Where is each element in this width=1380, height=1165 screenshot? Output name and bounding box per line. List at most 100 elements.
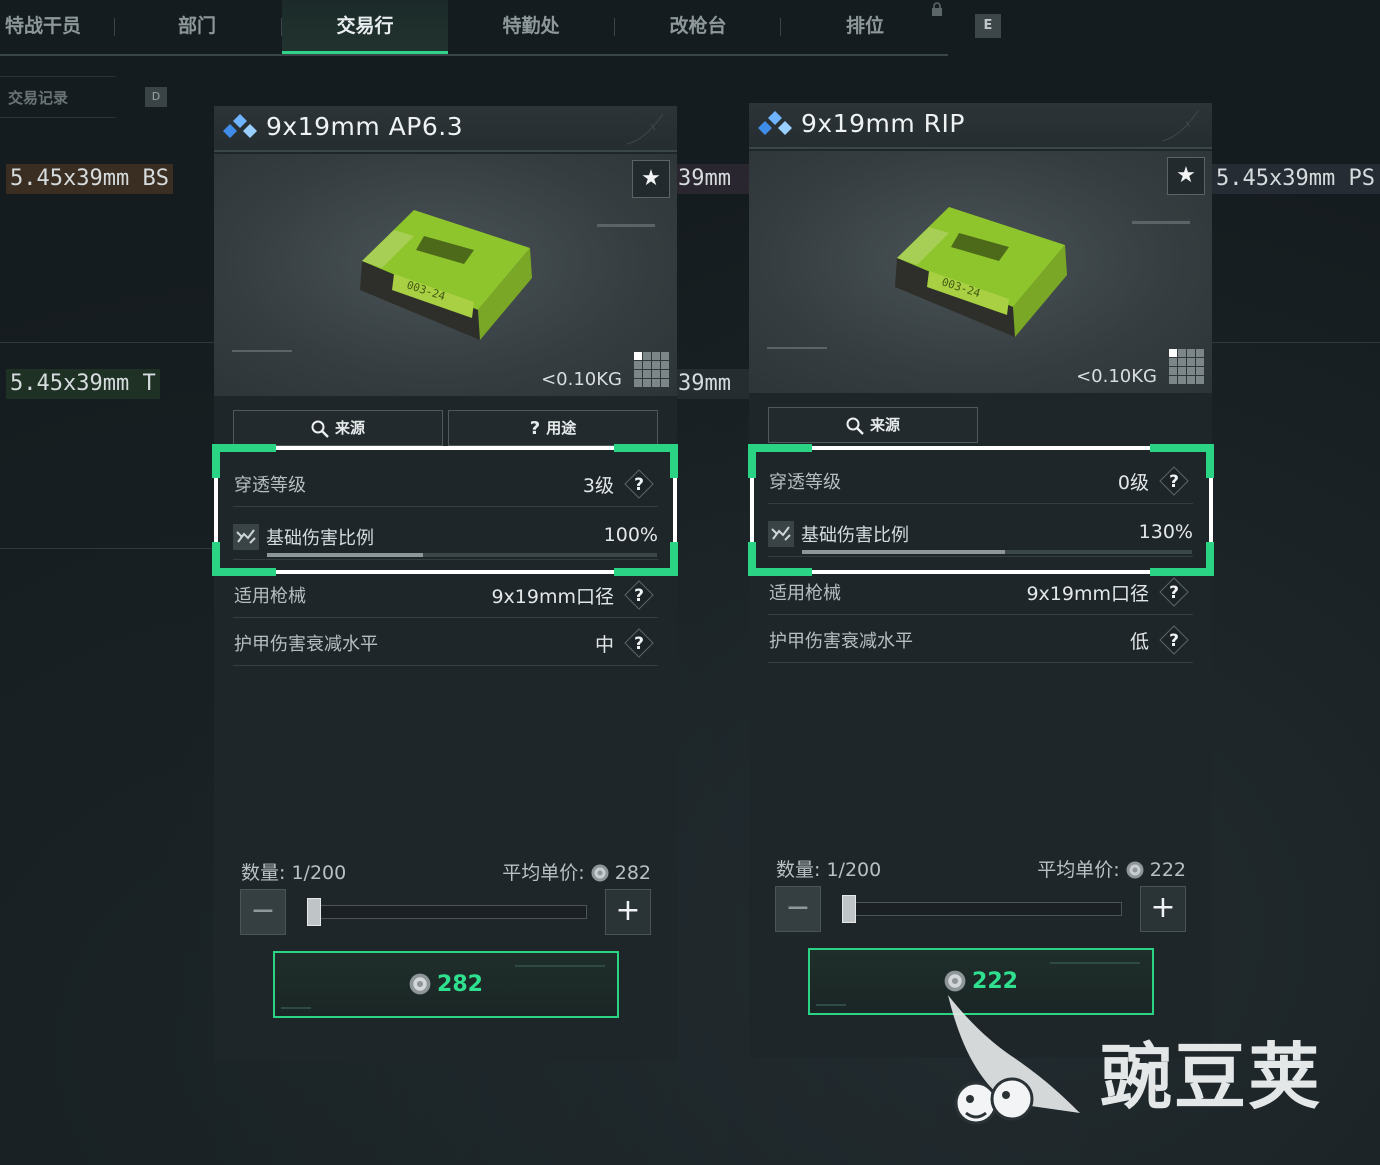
tab-trading[interactable]: 交易行: [282, 0, 448, 54]
source-button[interactable]: 来源: [233, 410, 443, 446]
tab-operators[interactable]: 特战干员: [0, 0, 98, 54]
divider: [0, 342, 214, 343]
lock-icon: [932, 2, 942, 16]
highlight-corner: [670, 444, 678, 478]
increase-quantity-button[interactable]: +: [605, 889, 651, 935]
top-navigation: 特战干员 部门 交易行 特勤处 改枪台 排位: [0, 0, 948, 56]
help-icon[interactable]: ?: [624, 580, 654, 610]
highlight-corner: [212, 542, 220, 576]
svg-text:?: ?: [634, 586, 644, 606]
item-weight: <0.10KG: [1076, 366, 1157, 387]
quantity-slider[interactable]: [307, 905, 587, 919]
highlight-corner: [748, 568, 812, 576]
deco-line: [597, 224, 655, 227]
highlight-corner: [1150, 444, 1214, 452]
ammo-box-image: 003-24: [360, 210, 532, 340]
quantity-label: 数量:: [776, 859, 821, 881]
stat-value: 中: [594, 634, 614, 656]
watermark-text: 豌豆荚: [1100, 1035, 1323, 1119]
item-weight: <0.10KG: [541, 369, 622, 390]
item-card-rip: 9x19mm RIP 003-24 ★ <0.10KG 来源 穿透等级 0级 ?…: [749, 103, 1212, 1058]
svg-text:?: ?: [634, 634, 644, 654]
deco-line: [816, 1004, 846, 1006]
coin-icon: [1126, 861, 1144, 879]
header-deco-icon: [1161, 110, 1199, 142]
highlight-corner: [1206, 444, 1214, 478]
help-icon[interactable]: ?: [1159, 577, 1189, 607]
bg-item-label[interactable]: 5.45x39mm BS: [6, 164, 173, 194]
source-button-label: 来源: [869, 416, 900, 434]
diamond-logo-icon: [223, 114, 257, 138]
average-price-display: 平均单价: 282: [502, 858, 651, 885]
stat-label: 适用枪械: [769, 583, 841, 604]
item-image-area: 003-24 ★ <0.10KG: [214, 154, 677, 396]
bg-item-label[interactable]: 39mm: [674, 369, 750, 399]
average-price-label: 平均单价:: [502, 862, 585, 884]
question-icon: ?: [529, 417, 541, 439]
increase-quantity-button[interactable]: +: [1140, 886, 1186, 932]
coin-icon: [409, 973, 431, 995]
diamond-logo-icon: [758, 111, 792, 135]
quantity-display: 数量: 1/200: [776, 855, 881, 882]
card-header: 9x19mm RIP: [749, 103, 1212, 149]
highlight-frame: [750, 446, 1213, 574]
svg-text:?: ?: [1169, 583, 1179, 603]
buy-button[interactable]: 282: [273, 951, 619, 1018]
highlight-corner: [748, 542, 756, 576]
quantity-slider-thumb[interactable]: [842, 895, 856, 923]
source-button[interactable]: 来源: [768, 407, 978, 443]
help-icon[interactable]: ?: [1159, 625, 1189, 655]
favorite-star-button[interactable]: ★: [1167, 157, 1205, 195]
bg-item-label[interactable]: 5.45x39mm T: [6, 369, 160, 399]
average-price-value: 282: [614, 862, 651, 884]
tab-department[interactable]: 部门: [142, 0, 252, 54]
highlight-corner: [670, 542, 678, 576]
search-icon: [311, 420, 329, 438]
ammo-box-image: 003-24: [895, 207, 1067, 337]
usage-button-label: 用途: [546, 419, 577, 437]
deco-line: [767, 347, 827, 349]
favorite-star-button[interactable]: ★: [632, 160, 670, 198]
tab-separator: [780, 18, 781, 36]
quantity-slider-thumb[interactable]: [307, 898, 321, 926]
source-button-label: 来源: [334, 419, 365, 437]
stat-label: 护甲伤害衰减水平: [234, 634, 378, 655]
stat-weapon: 适用枪械 9x19mm口径 ?: [768, 567, 1193, 615]
average-price-display: 平均单价: 222: [1037, 855, 1186, 882]
tab-ranked[interactable]: 排位: [810, 0, 920, 54]
coin-icon: [591, 864, 609, 882]
deco-line: [1050, 962, 1140, 964]
usage-button[interactable]: ? 用途: [448, 410, 658, 446]
deco-line: [232, 350, 292, 352]
stat-value: 低: [1129, 631, 1149, 653]
watermark-logo-icon: [948, 995, 1080, 1125]
tab-separator: [114, 18, 115, 36]
highlight-corner: [1206, 542, 1214, 576]
item-card-ap63: 9x19mm AP6.3 003-24 ★ <0.10KG 来源 ? 用途 穿透…: [214, 106, 677, 1061]
key-hint-d: D: [145, 87, 167, 107]
decrease-quantity-button[interactable]: −: [775, 886, 821, 932]
quantity-display: 数量: 1/200: [241, 858, 346, 885]
item-image-area: 003-24 ★ <0.10KG: [749, 151, 1212, 393]
highlight-corner: [212, 568, 276, 576]
item-title: 9x19mm AP6.3: [266, 112, 464, 141]
highlight-corner: [1150, 568, 1214, 576]
trade-records-tab[interactable]: 交易记录: [0, 76, 116, 118]
highlight-corner: [614, 568, 678, 576]
help-icon[interactable]: ?: [624, 628, 654, 658]
stat-value: 9x19mm口径: [1026, 583, 1149, 605]
bg-item-label[interactable]: 5.45x39mm PS: [1212, 164, 1380, 194]
card-header: 9x19mm AP6.3: [214, 106, 677, 152]
quantity-slider[interactable]: [842, 902, 1122, 916]
trade-records-label: 交易记录: [8, 89, 69, 107]
decrease-quantity-button[interactable]: −: [240, 889, 286, 935]
stat-armor: 护甲伤害衰减水平 低 ?: [768, 615, 1193, 663]
highlight-corner: [212, 444, 276, 452]
quantity-value: 1/200: [826, 859, 882, 881]
divider: [0, 548, 214, 549]
highlight-corner: [614, 444, 678, 452]
tab-special-ops[interactable]: 特勤处: [476, 0, 586, 54]
bg-item-label[interactable]: 39mm: [674, 164, 750, 194]
tab-gunsmith[interactable]: 改枪台: [643, 0, 753, 54]
grid-size-icon: [1169, 349, 1204, 384]
